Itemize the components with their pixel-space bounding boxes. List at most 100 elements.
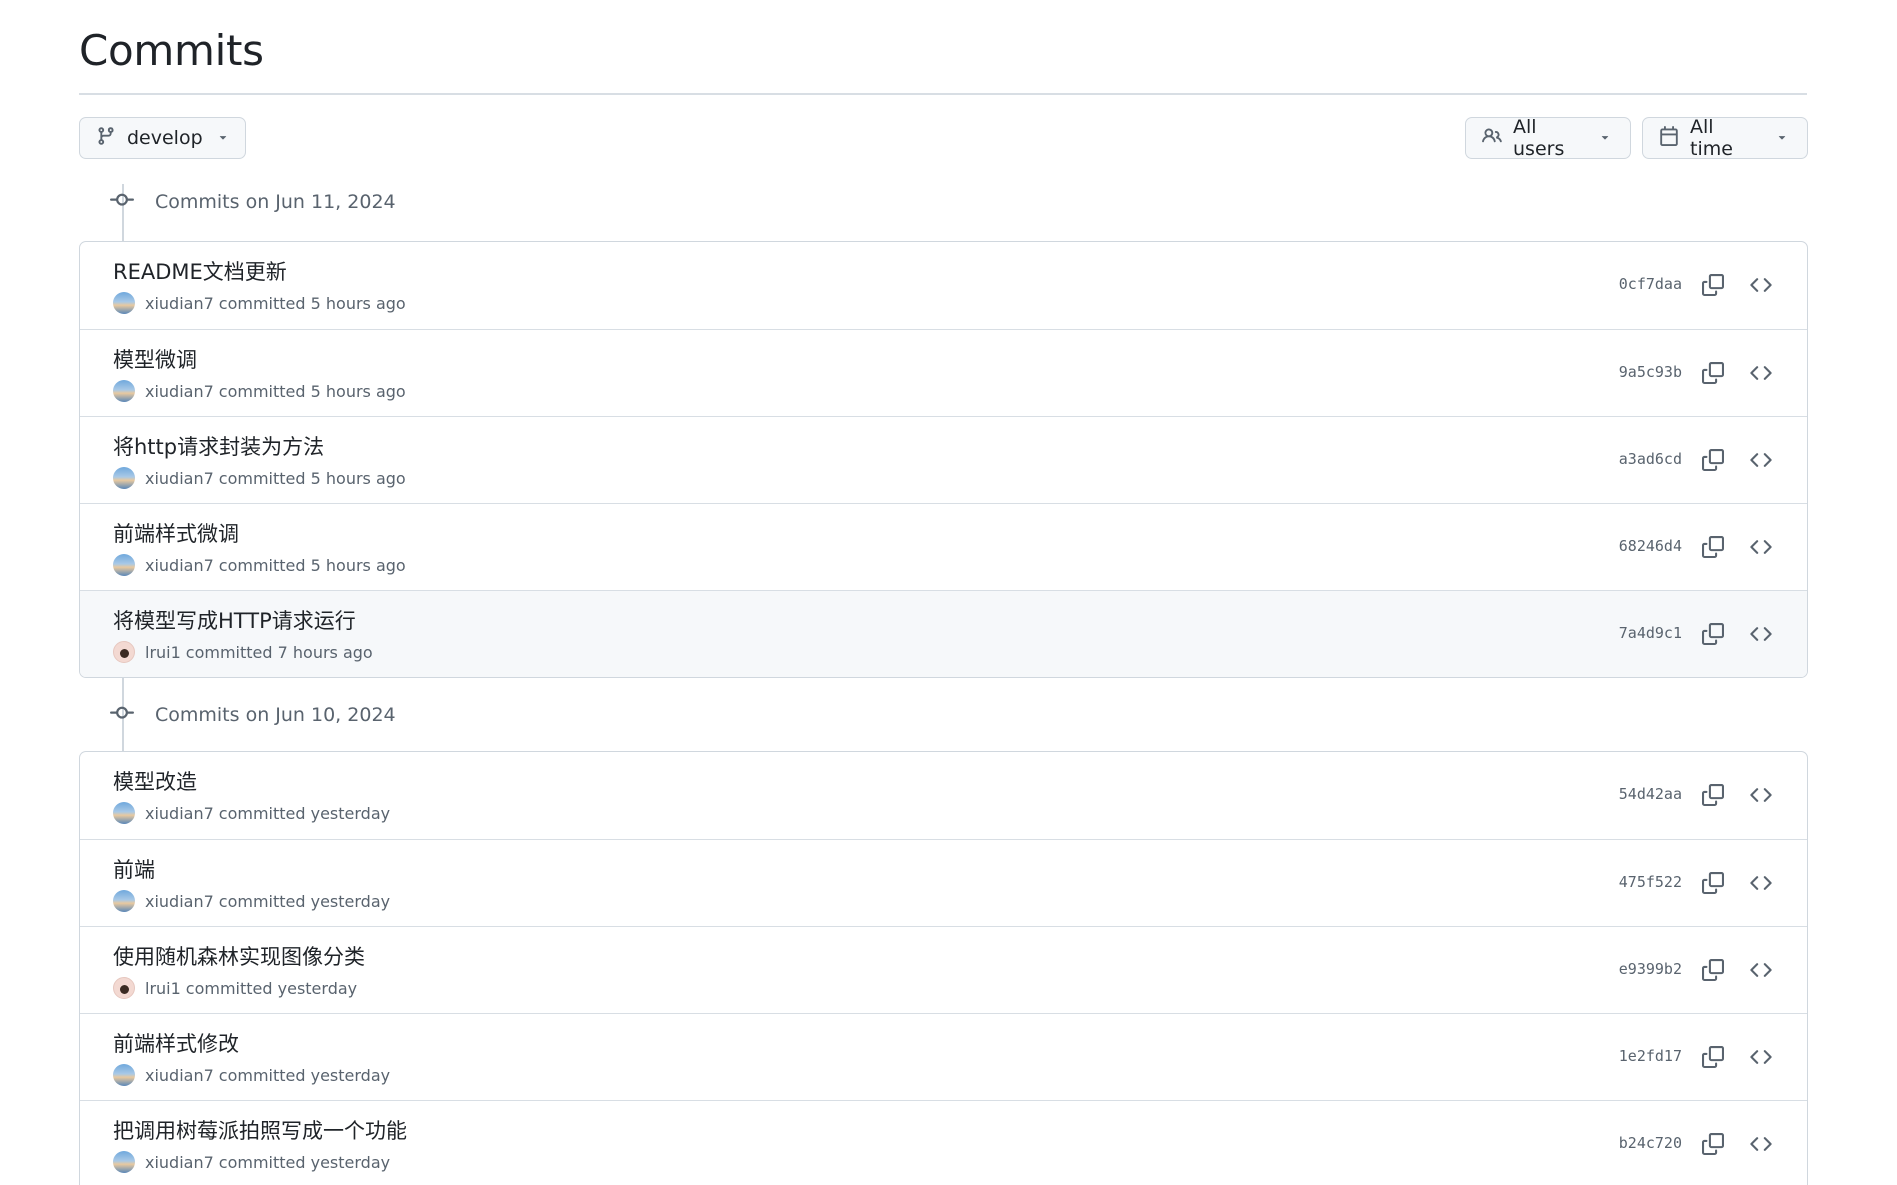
commit-message-link[interactable]: 把调用树莓派拍照写成一个功能 — [113, 1115, 407, 1145]
time-filter-label: All time — [1690, 116, 1733, 160]
time-filter-button[interactable]: All time — [1642, 116, 1808, 160]
commit-row: 把调用树莓派拍照写成一个功能 xiudian7 committed yester… — [80, 1100, 1807, 1185]
commit-author-link[interactable]: xiudian7 — [145, 382, 214, 401]
copy-icon[interactable] — [1700, 1044, 1726, 1070]
branch-selector-button[interactable]: develop — [79, 117, 246, 159]
commit-message-link[interactable]: 将http请求封装为方法 — [113, 431, 324, 461]
git-commit-icon — [110, 701, 134, 729]
commit-group-date: Commits on Jun 10, 2024 — [155, 704, 396, 726]
page-title: Commits — [79, 26, 264, 75]
avatar[interactable] — [113, 890, 135, 912]
commit-row: 前端样式修改 xiudian7 committed yesterday 1e2f… — [80, 1013, 1807, 1100]
copy-icon[interactable] — [1700, 957, 1726, 983]
commit-author-link[interactable]: xiudian7 — [145, 892, 214, 911]
users-filter-label: All users — [1513, 116, 1565, 160]
commit-author-link[interactable]: xiudian7 — [145, 556, 214, 575]
avatar[interactable] — [113, 292, 135, 314]
commit-sha-link[interactable]: 7a4d9c1 — [1619, 624, 1682, 642]
copy-icon[interactable] — [1700, 870, 1726, 896]
users-filter-button[interactable]: All users — [1465, 116, 1631, 160]
copy-icon[interactable] — [1700, 534, 1726, 560]
commit-meta: xiudian7 committed yesterday — [113, 890, 390, 912]
commit-row: 前端 xiudian7 committed yesterday 475f522 — [80, 839, 1807, 926]
code-icon[interactable] — [1748, 272, 1774, 298]
avatar[interactable] — [113, 467, 135, 489]
avatar[interactable] — [113, 802, 135, 824]
avatar[interactable] — [113, 977, 135, 999]
code-icon[interactable] — [1748, 957, 1774, 983]
commit-message-link[interactable]: 前端样式微调 — [113, 518, 239, 548]
commit-row: 模型改造 xiudian7 committed yesterday 54d42a… — [80, 752, 1807, 839]
commit-message-link[interactable]: 前端 — [113, 854, 155, 884]
commit-sha-link[interactable]: 68246d4 — [1619, 537, 1682, 555]
commit-row: README文档更新 xiudian7 committed 5 hours ag… — [80, 242, 1807, 329]
caret-down-icon — [1598, 127, 1612, 149]
commit-author-link[interactable]: xiudian7 — [145, 804, 214, 823]
commit-time-text: committed yesterday — [185, 978, 358, 998]
commit-message-link[interactable]: README文档更新 — [113, 256, 287, 286]
avatar[interactable] — [113, 380, 135, 402]
commit-author-link[interactable]: xiudian7 — [145, 294, 214, 313]
commit-sha-link[interactable]: 9a5c93b — [1619, 363, 1682, 381]
commit-row: 使用随机森林实现图像分类 lrui1 committed yesterday e… — [80, 926, 1807, 1013]
code-icon[interactable] — [1748, 782, 1774, 808]
code-icon[interactable] — [1748, 870, 1774, 896]
commit-group-list: README文档更新 xiudian7 committed 5 hours ag… — [79, 241, 1808, 678]
code-icon[interactable] — [1748, 447, 1774, 473]
title-divider — [79, 93, 1807, 95]
commit-message-link[interactable]: 模型微调 — [113, 344, 197, 374]
commit-time-text: committed 5 hours ago — [218, 555, 406, 575]
commit-meta: xiudian7 committed 5 hours ago — [113, 292, 406, 314]
copy-icon[interactable] — [1700, 272, 1726, 298]
copy-icon[interactable] — [1700, 447, 1726, 473]
code-icon[interactable] — [1748, 534, 1774, 560]
commit-author-link[interactable]: xiudian7 — [145, 1153, 214, 1172]
copy-icon[interactable] — [1700, 782, 1726, 808]
commit-meta: xiudian7 committed yesterday — [113, 1064, 390, 1086]
commit-row: 将http请求封装为方法 xiudian7 committed 5 hours … — [80, 416, 1807, 503]
avatar[interactable] — [113, 1151, 135, 1173]
code-icon[interactable] — [1748, 621, 1774, 647]
commit-author-link[interactable]: xiudian7 — [145, 1066, 214, 1085]
commit-time-text: committed yesterday — [218, 1065, 391, 1085]
commit-meta: lrui1 committed 7 hours ago — [113, 641, 373, 663]
commit-author-link[interactable]: xiudian7 — [145, 469, 214, 488]
branch-label: develop — [127, 127, 203, 149]
commit-author-link[interactable]: lrui1 — [145, 979, 181, 998]
commit-sha-link[interactable]: 1e2fd17 — [1619, 1047, 1682, 1065]
calendar-icon — [1659, 125, 1679, 151]
copy-icon[interactable] — [1700, 360, 1726, 386]
commit-row: 模型微调 xiudian7 committed 5 hours ago 9a5c… — [80, 329, 1807, 416]
avatar[interactable] — [113, 1064, 135, 1086]
commit-meta: lrui1 committed yesterday — [113, 977, 357, 999]
commit-sha-link[interactable]: e9399b2 — [1619, 960, 1682, 978]
code-icon[interactable] — [1748, 1044, 1774, 1070]
commit-message-link[interactable]: 模型改造 — [113, 766, 197, 796]
commit-meta: xiudian7 committed yesterday — [113, 1151, 390, 1173]
commit-sha-link[interactable]: 54d42aa — [1619, 785, 1682, 803]
commit-message-link[interactable]: 使用随机森林实现图像分类 — [113, 941, 365, 971]
commit-sha-link[interactable]: b24c720 — [1619, 1134, 1682, 1152]
commit-time-text: committed yesterday — [218, 1152, 391, 1172]
commit-sha-link[interactable]: 475f522 — [1619, 873, 1682, 891]
commit-meta: xiudian7 committed 5 hours ago — [113, 380, 406, 402]
code-icon[interactable] — [1748, 1131, 1774, 1157]
commit-author-link[interactable]: lrui1 — [145, 643, 181, 662]
avatar[interactable] — [113, 554, 135, 576]
commit-sha-link[interactable]: a3ad6cd — [1619, 450, 1682, 468]
commit-sha-link[interactable]: 0cf7daa — [1619, 275, 1682, 293]
avatar[interactable] — [113, 641, 135, 663]
copy-icon[interactable] — [1700, 1131, 1726, 1157]
copy-icon[interactable] — [1700, 621, 1726, 647]
commit-group-date: Commits on Jun 11, 2024 — [155, 191, 396, 213]
commit-meta: xiudian7 committed 5 hours ago — [113, 467, 406, 489]
code-icon[interactable] — [1748, 360, 1774, 386]
commit-time-text: committed yesterday — [218, 803, 391, 823]
commit-time-text: committed yesterday — [218, 891, 391, 911]
commits-page: Commits develop All users All time Commi… — [0, 0, 1897, 1185]
commit-row: 将模型写成HTTP请求运行 lrui1 committed 7 hours ag… — [80, 590, 1807, 677]
commit-message-link[interactable]: 将模型写成HTTP请求运行 — [113, 605, 356, 635]
commit-meta: xiudian7 committed 5 hours ago — [113, 554, 406, 576]
commit-message-link[interactable]: 前端样式修改 — [113, 1028, 239, 1058]
commit-row: 前端样式微调 xiudian7 committed 5 hours ago 68… — [80, 503, 1807, 590]
